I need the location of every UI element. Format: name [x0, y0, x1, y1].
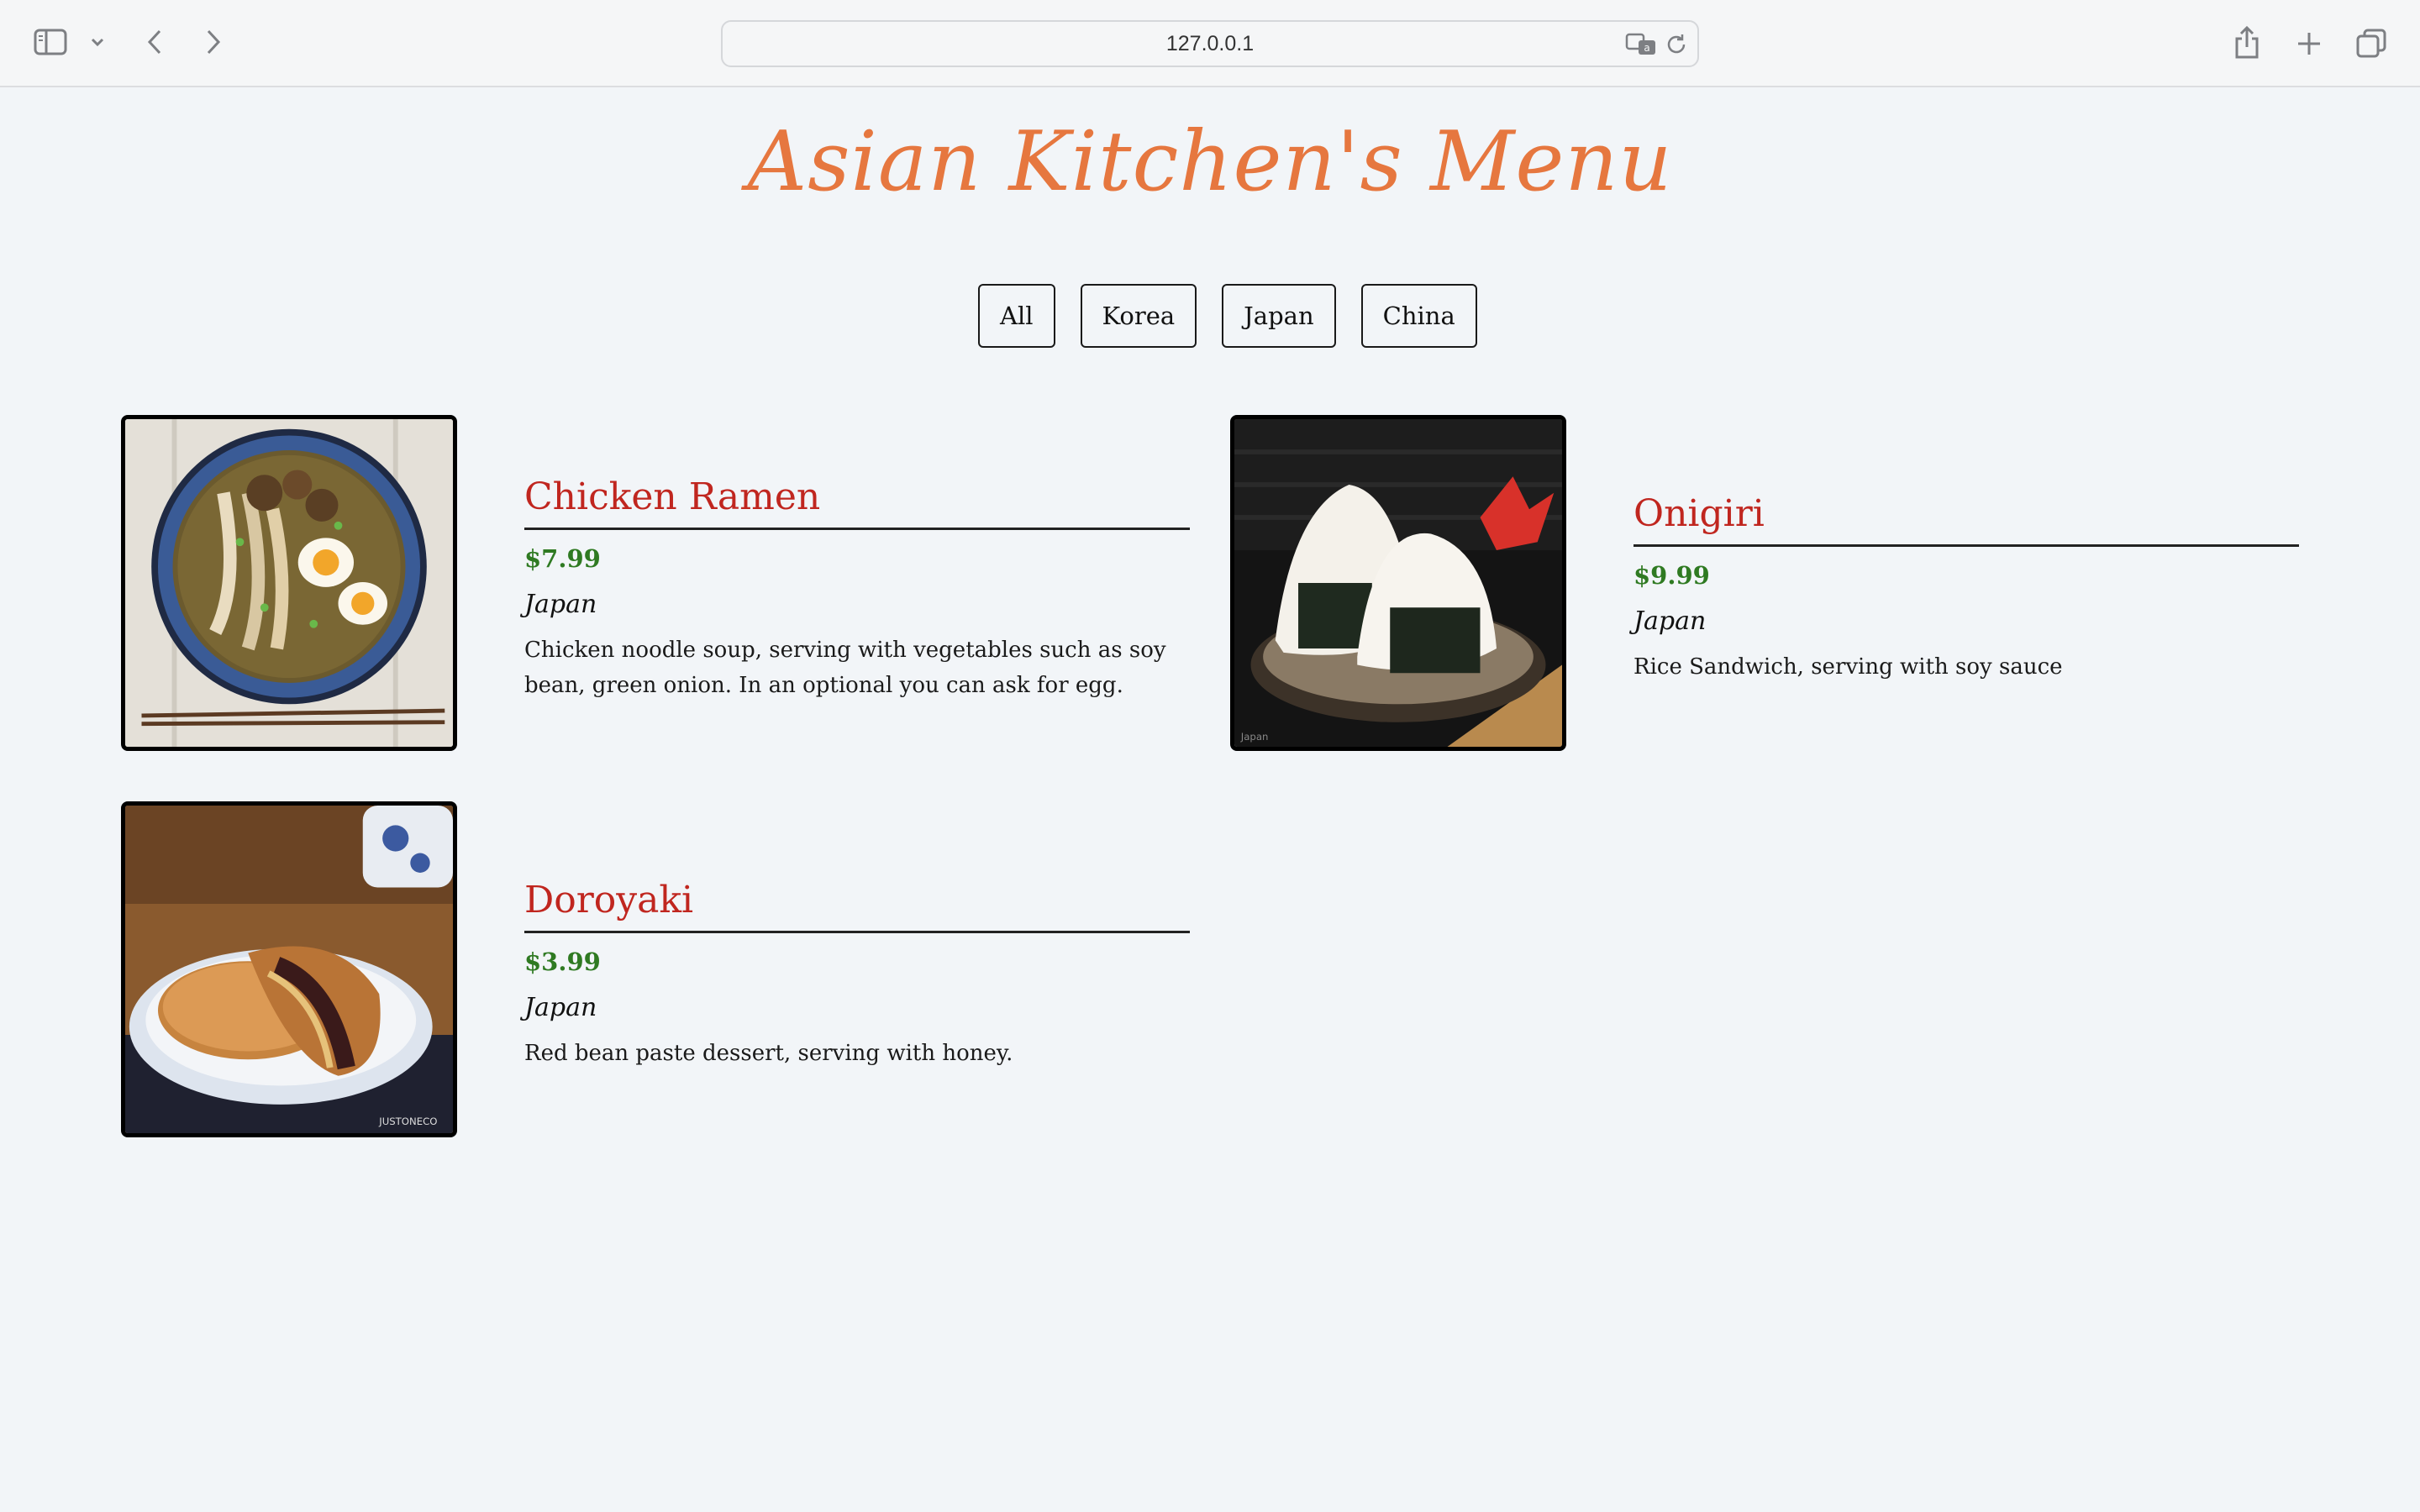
filter-japan-button[interactable]: Japan — [1222, 284, 1336, 348]
sidebar-toggle-icon[interactable] — [30, 24, 71, 60]
menu-item-info: Chicken Ramen $7.99 Japan Chicken noodle… — [524, 474, 1190, 703]
chevron-down-icon[interactable] — [87, 30, 108, 54]
onigiri-photo: Japan — [1230, 415, 1566, 751]
browser-toolbar: 127.0.0.1 a — [0, 0, 2420, 87]
item-origin: Japan — [524, 590, 597, 619]
filter-china-button[interactable]: China — [1360, 284, 1477, 348]
dorayaki-photo: JUSTONECO — [121, 801, 457, 1137]
url-text: 127.0.0.1 — [1165, 31, 1255, 55]
item-description: Red bean paste dessert, serving with hon… — [524, 1041, 1013, 1066]
item-description: Rice Sandwich, serving with soy sauce — [1634, 654, 2063, 680]
filter-bar: All Korea Japan China — [978, 284, 1477, 348]
filter-all-button[interactable]: All — [978, 284, 1055, 348]
share-icon[interactable] — [2227, 20, 2267, 64]
item-name: Doroyaki — [524, 877, 1190, 933]
forward-icon[interactable] — [198, 24, 229, 60]
tab-overview-icon[interactable] — [2351, 24, 2391, 64]
svg-text:a: a — [1644, 42, 1649, 54]
translate-icon[interactable]: a — [1625, 32, 1659, 57]
item-origin: Japan — [1634, 606, 1707, 636]
menu-item: Japan Onigiri $9.99 Japan Rice Sandwich,… — [1230, 415, 2356, 754]
item-name: Chicken Ramen — [524, 474, 1190, 530]
menu-item: Chicken Ramen $7.99 Japan Chicken noodle… — [121, 415, 1247, 754]
menu-item: JUSTONECO Doroyaki $3.99 Japan Red bean … — [121, 801, 1247, 1141]
menu-item-info: Doroyaki $3.99 Japan Red bean paste dess… — [524, 877, 1190, 1071]
item-origin: Japan — [524, 993, 597, 1022]
address-bar[interactable]: 127.0.0.1 a — [721, 20, 1699, 67]
menu-item-info: Onigiri $9.99 Japan Rice Sandwich, servi… — [1634, 491, 2299, 685]
item-name: Onigiri — [1634, 491, 2299, 547]
back-icon[interactable] — [139, 24, 170, 60]
filter-korea-button[interactable]: Korea — [1080, 284, 1197, 348]
new-tab-icon[interactable] — [2289, 24, 2329, 64]
reload-icon[interactable] — [1664, 32, 1689, 57]
item-description: Chicken noodle soup, serving with vegeta… — [524, 638, 1166, 698]
item-price: $7.99 — [524, 544, 601, 573]
item-price: $3.99 — [524, 948, 601, 976]
page-title: Asian Kitchen's Menu — [747, 114, 1673, 210]
ramen-photo — [121, 415, 457, 751]
svg-text:JUSTONECO: JUSTONECO — [378, 1116, 437, 1127]
item-price: $9.99 — [1634, 561, 1710, 590]
svg-text:Japan: Japan — [1240, 731, 1269, 743]
